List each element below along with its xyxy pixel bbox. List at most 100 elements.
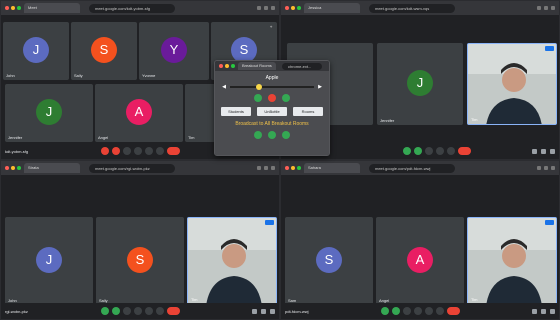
broadcast-mic-icon[interactable]	[254, 131, 262, 139]
avatar: J	[36, 99, 62, 125]
next-room-icon[interactable]: ▶	[317, 84, 323, 90]
mic-button[interactable]	[101, 307, 109, 315]
avatar: J	[23, 37, 49, 63]
prev-room-icon[interactable]: ◀	[221, 84, 227, 90]
participant-tile[interactable]: Y Yvonne	[139, 22, 209, 80]
broadcast-camera-icon[interactable]	[268, 131, 276, 139]
participant-name: Tim	[188, 135, 195, 140]
side-panel-icons[interactable]	[252, 308, 275, 314]
students-button[interactable]: Students	[221, 107, 251, 116]
extension-icons[interactable]	[257, 6, 275, 10]
participant-tile[interactable]: A Angel	[95, 84, 183, 142]
present-button[interactable]	[425, 307, 433, 315]
more-options-button[interactable]	[156, 307, 164, 315]
browser-toolbar: Jessica meet.google.com/kdt-wsm-vqs	[281, 1, 559, 15]
participant-tile[interactable]: J Jennifer	[377, 43, 463, 125]
more-options-button[interactable]	[156, 147, 164, 155]
browser-tab[interactable]: Meet	[24, 3, 80, 13]
browser-tab[interactable]: Strata	[24, 163, 80, 173]
extension-icons[interactable]	[537, 166, 555, 170]
participant-name: Jennifer	[8, 135, 23, 140]
popup-address-bar[interactable]: chrome-ext...	[282, 62, 322, 70]
popup-tab[interactable]: Breakout Rooms	[238, 62, 276, 70]
mic-button[interactable]	[381, 307, 389, 315]
leave-call-button[interactable]	[167, 147, 180, 155]
participant-tile[interactable]: A Angel	[376, 217, 464, 305]
broadcast-share-icon[interactable]	[282, 131, 290, 139]
participant-name: Sally	[74, 73, 83, 78]
browser-tab[interactable]: Sahara	[304, 163, 360, 173]
broadcast-controls-row	[221, 131, 323, 139]
browser-toolbar: Meet meet.google.com/kdt-yobm-sfg	[1, 1, 279, 15]
browser-toolbar: Strata meet.google.com/rgl-wobn-pkz	[1, 161, 279, 175]
extension-icons[interactable]	[257, 166, 275, 170]
window-controls[interactable]	[219, 64, 235, 68]
avatar: J	[407, 70, 433, 96]
self-video-tile[interactable]: Tim	[467, 217, 557, 305]
camera-button[interactable]	[112, 307, 120, 315]
mic-icon[interactable]	[254, 94, 262, 102]
more-options-icon[interactable]	[545, 220, 554, 225]
camera-button[interactable]	[392, 307, 400, 315]
slider-track[interactable]	[230, 84, 314, 90]
camera-button[interactable]	[414, 147, 422, 155]
side-panel-icons[interactable]	[532, 148, 555, 154]
address-bar[interactable]: meet.google.com/kdt-yobm-sfg	[89, 3, 175, 13]
more-options-icon[interactable]	[545, 46, 554, 51]
more-options-button[interactable]	[436, 307, 444, 315]
captions-button[interactable]	[425, 147, 433, 155]
meeting-controls-bar: pdt-fdcm-wwj	[281, 303, 559, 319]
pin-icon[interactable]: ⌖	[270, 25, 274, 29]
popup-body: Apple ◀ ▶ Students UnBottle Rooms Broadc…	[215, 71, 329, 155]
side-panel-icons[interactable]	[532, 308, 555, 314]
window-controls[interactable]	[5, 6, 21, 10]
participant-name: Yvonne	[142, 73, 156, 78]
participant-tile[interactable]: S Sally	[96, 217, 184, 305]
window-controls[interactable]	[5, 166, 21, 170]
room-slider[interactable]: ◀ ▶	[221, 84, 323, 90]
captions-button[interactable]	[123, 307, 131, 315]
leave-call-button[interactable]	[167, 307, 180, 315]
unbottle-button[interactable]: UnBottle	[257, 107, 287, 116]
mic-button[interactable]	[403, 147, 411, 155]
participant-name: Tim	[471, 117, 478, 122]
raise-hand-button[interactable]	[414, 307, 422, 315]
captions-button[interactable]	[123, 147, 131, 155]
raise-hand-button[interactable]	[436, 147, 444, 155]
participant-tile[interactable]: J Jennifer	[5, 84, 93, 142]
slider-thumb[interactable]	[256, 84, 263, 90]
popup-toolbar: Breakout Rooms chrome-ext...	[215, 61, 329, 71]
raise-hand-button[interactable]	[134, 147, 142, 155]
captions-button[interactable]	[403, 307, 411, 315]
avatar: J	[36, 247, 62, 273]
present-button[interactable]	[145, 307, 153, 315]
mute-all-icon[interactable]	[268, 94, 276, 102]
participant-tile[interactable]: S Sally	[71, 22, 137, 80]
address-bar[interactable]: meet.google.com/rgl-wobn-pkz	[89, 163, 175, 173]
browser-tab[interactable]: Jessica	[304, 3, 360, 13]
extension-icons[interactable]	[537, 6, 555, 10]
participant-tile[interactable]: J John	[5, 217, 93, 305]
self-video-tile[interactable]: Tim	[467, 43, 557, 125]
mic-button[interactable]	[101, 147, 109, 155]
present-button[interactable]	[447, 147, 455, 155]
camera-button[interactable]	[112, 147, 120, 155]
leave-call-button[interactable]	[458, 147, 471, 155]
self-video-tile[interactable]: Tim	[187, 217, 277, 305]
desktop: Meet meet.google.com/kdt-yobm-sfg J John…	[0, 0, 560, 320]
participant-tile[interactable]: J John	[3, 22, 69, 80]
participant-tile[interactable]: S Sam	[285, 217, 373, 305]
more-options-icon[interactable]	[265, 220, 274, 225]
rooms-button[interactable]: Rooms	[293, 107, 323, 116]
raise-hand-button[interactable]	[134, 307, 142, 315]
camera-icon[interactable]	[282, 94, 290, 102]
window-controls[interactable]	[285, 166, 301, 170]
window-controls[interactable]	[285, 6, 301, 10]
webcam-person-image	[188, 218, 276, 304]
breakout-rooms-popup: Breakout Rooms chrome-ext... Apple ◀ ▶ S…	[214, 60, 330, 156]
browser-toolbar: Sahara meet.google.com/pdt-fdcm-wwj	[281, 161, 559, 175]
present-button[interactable]	[145, 147, 153, 155]
leave-call-button[interactable]	[447, 307, 460, 315]
address-bar[interactable]: meet.google.com/pdt-fdcm-wwj	[369, 163, 455, 173]
address-bar[interactable]: meet.google.com/kdt-wsm-vqs	[369, 3, 455, 13]
